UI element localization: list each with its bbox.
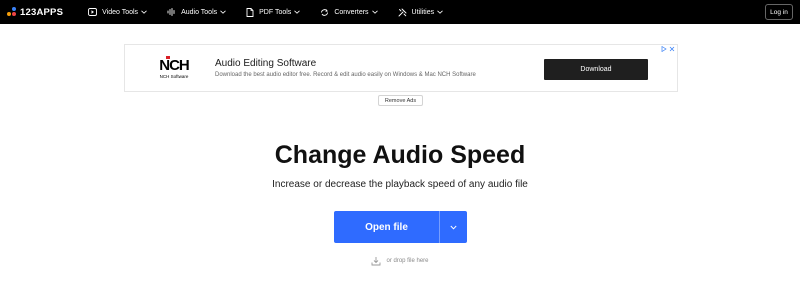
drop-hint-text: or drop file here: [386, 258, 429, 264]
chevron-down-icon: [371, 10, 378, 14]
download-tray-icon: [372, 257, 381, 266]
open-file-button[interactable]: Open file: [334, 211, 439, 243]
logo-dots-icon: [7, 7, 17, 17]
login-button[interactable]: Log in: [765, 4, 793, 20]
brand-logo[interactable]: 123APPS: [7, 0, 63, 24]
open-file-button-group: Open file: [334, 211, 467, 243]
nav-item-pdf-tools[interactable]: PDF Tools: [246, 0, 301, 24]
ad-choices-icon: [661, 46, 667, 52]
nav-item-label: PDF Tools: [259, 8, 292, 16]
ad-choices[interactable]: [661, 46, 675, 52]
page-subtitle: Increase or decrease the playback speed …: [272, 179, 528, 190]
video-icon: [88, 8, 98, 16]
tools-icon: [398, 8, 406, 16]
nch-logo: NCH NCH Software: [157, 56, 191, 79]
open-file-dropdown-button[interactable]: [440, 211, 467, 243]
convert-icon: [321, 8, 329, 16]
chevron-down-icon: [437, 10, 443, 14]
pdf-icon: [246, 7, 254, 17]
ad-description: Download the best audio editor free. Rec…: [215, 72, 476, 78]
remove-ads-button[interactable]: Remove Ads: [378, 95, 423, 106]
chevron-down-icon: [450, 225, 457, 230]
nav-item-audio-tools[interactable]: Audio Tools: [167, 0, 226, 24]
nav-item-label: Utilities: [411, 8, 435, 16]
main-nav: Video Tools Audio Tools PDF Tools Conver…: [88, 0, 463, 24]
chevron-down-icon: [220, 10, 226, 14]
nav-item-utilities[interactable]: Utilities: [398, 0, 444, 24]
chevron-down-icon: [294, 10, 301, 14]
page-title: Change Audio Speed: [274, 141, 526, 169]
top-navigation-bar: 123APPS Video Tools Audio Tools PDF Tool…: [0, 0, 800, 24]
brand-name: 123APPS: [20, 6, 64, 18]
close-icon[interactable]: [669, 46, 675, 52]
chevron-down-icon: [141, 10, 147, 14]
nav-item-label: Audio Tools: [181, 8, 218, 16]
ad-title[interactable]: Audio Editing Software: [215, 58, 316, 69]
nav-item-label: Video Tools: [102, 8, 139, 16]
drop-zone-hint[interactable]: or drop file here: [0, 256, 800, 266]
ad-download-button[interactable]: Download: [544, 59, 648, 80]
nav-item-label: Converters: [334, 8, 369, 16]
ad-banner[interactable]: NCH NCH Software Audio Editing Software …: [124, 44, 678, 92]
nav-item-converters[interactable]: Converters: [320, 0, 378, 24]
nch-logo-text: NCH: [159, 57, 189, 74]
audio-wave-icon: [167, 8, 175, 16]
nch-logo-subtext: NCH Software: [159, 74, 189, 79]
nav-item-video-tools[interactable]: Video Tools: [88, 0, 147, 24]
